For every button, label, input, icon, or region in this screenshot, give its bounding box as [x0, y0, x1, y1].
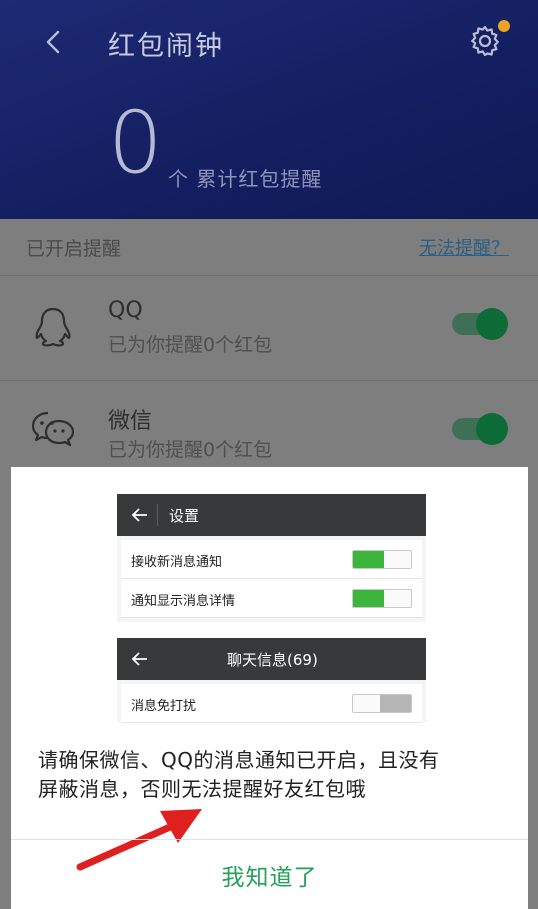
mock-setting-row: 消息免打扰 — [121, 684, 422, 723]
app-name: 微信 — [108, 409, 153, 434]
mock-switch-on — [352, 589, 412, 608]
toggle-knob — [476, 308, 508, 340]
mock-settings-titlebar: 设置 — [117, 494, 426, 536]
wechat-bubbles-icon — [31, 411, 75, 447]
notice-line: 屏蔽消息，否则无法提醒好友红包哦 — [38, 777, 366, 801]
titlebar-separator — [157, 504, 158, 526]
mock-setting-row: 接收新消息通知 — [121, 540, 422, 579]
mock-settings-title: 设置 — [169, 507, 200, 525]
total-reminder-count: 0 — [108, 93, 163, 193]
mock-chat-titlebar: 聊天信息(69) — [117, 638, 426, 680]
section-label: 已开启提醒 — [26, 238, 122, 260]
app-reminder-count: 已为你提醒0个红包 — [108, 439, 273, 461]
mock-chat-info-screen: 聊天信息(69) 消息免打扰 — [117, 638, 426, 723]
back-arrow-icon — [131, 508, 147, 522]
wechat-reminder-toggle[interactable] — [452, 413, 508, 445]
app-reminder-count: 已为你提醒0个红包 — [108, 334, 273, 356]
mock-switch-on — [352, 550, 412, 569]
mock-switch-off — [352, 694, 412, 713]
qq-penguin-icon — [35, 307, 71, 347]
mock-setting-label: 接收新消息通知 — [131, 555, 223, 570]
mock-settings-screen: 设置 接收新消息通知 通知显示消息详情 — [117, 494, 426, 622]
got-it-button[interactable]: 我知道了 — [11, 840, 528, 909]
back-arrow-icon[interactable] — [38, 26, 70, 58]
notice-line: 请确保微信、QQ的消息通知已开启，且没有 — [38, 748, 440, 772]
mock-setting-label: 通知显示消息详情 — [131, 594, 236, 609]
notification-tip-dialog: 设置 接收新消息通知 通知显示消息详情 聊天信息(69) 消息免打扰 请确保微信… — [11, 467, 528, 909]
back-arrow-icon — [131, 652, 147, 666]
notice-text: 请确保微信、QQ的消息通知已开启，且没有 屏蔽消息，否则无法提醒好友红包哦 — [38, 746, 513, 804]
total-reminder-label: 个 累计红包提醒 — [168, 167, 323, 191]
page-title: 红包闹钟 — [108, 31, 224, 62]
cannot-remind-link[interactable]: 无法提醒？ — [419, 234, 509, 260]
app-row-qq[interactable]: QQ 已为你提醒0个红包 — [0, 276, 538, 380]
notification-dot — [498, 20, 510, 32]
gear-icon[interactable] — [468, 24, 502, 58]
mock-setting-label: 消息免打扰 — [131, 699, 197, 714]
mock-chat-title: 聊天信息(69) — [227, 651, 318, 669]
toggle-knob — [476, 413, 508, 445]
app-name: QQ — [108, 298, 143, 323]
qq-reminder-toggle[interactable] — [452, 308, 508, 340]
mock-setting-row: 通知显示消息详情 — [121, 579, 422, 618]
